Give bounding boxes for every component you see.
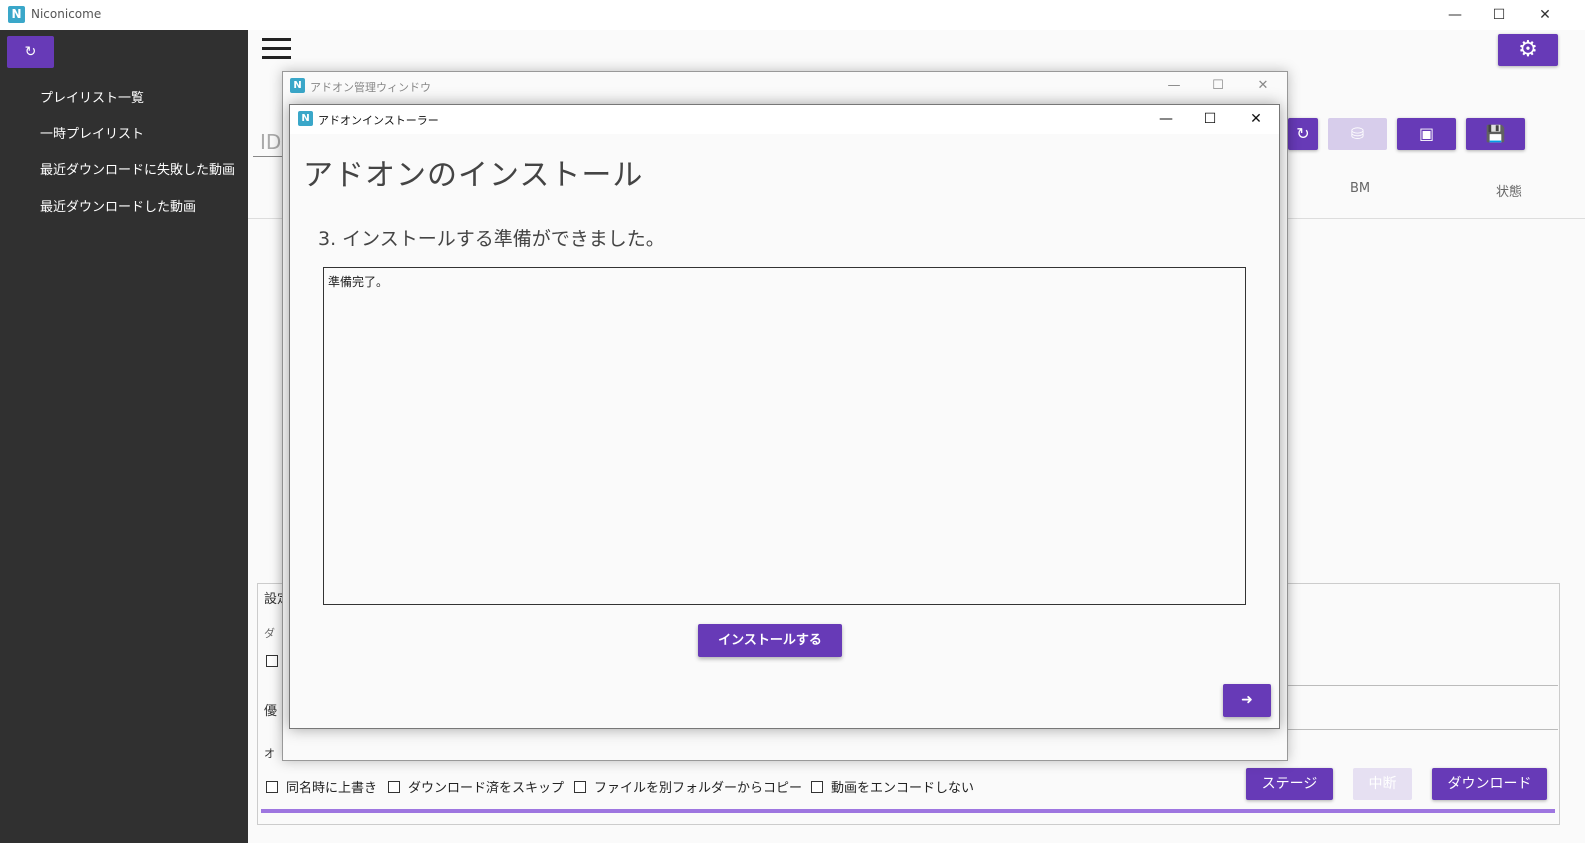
skip-downloaded-checkbox[interactable] <box>388 780 400 793</box>
maximize-button[interactable]: ☐ <box>1477 0 1521 30</box>
no-encode-checkbox[interactable] <box>811 780 823 793</box>
app-logo-icon: N <box>8 6 25 23</box>
id-input[interactable]: ID <box>260 130 281 154</box>
main-titlebar <box>0 0 1585 30</box>
installer-step-text: 3. インストールする準備ができました。 <box>318 228 665 250</box>
option-overwrite-label: 同名時に上書き <box>286 781 378 796</box>
option-no-encode-label: 動画をエンコードしない <box>831 781 975 796</box>
copy-from-folder-checkbox[interactable] <box>574 780 586 793</box>
clipboard-pulse-icon: ▣ <box>1418 124 1435 143</box>
column-header-status[interactable]: 状態 <box>1496 181 1522 200</box>
addon-manager-maximize-button[interactable]: ☐ <box>1196 75 1240 97</box>
option-copy-from-folder-label: ファイルを別フォルダーからコピー <box>594 781 803 796</box>
settings-button[interactable]: ⚙ <box>1498 34 1558 66</box>
refresh-icon: ↻ <box>24 44 37 60</box>
option-label: オ <box>264 747 275 760</box>
refresh-icon: ↻ <box>1296 124 1310 143</box>
hamburger-menu-icon[interactable] <box>262 38 291 62</box>
option-skip-downloaded-label: ダウンロード済をスキップ <box>408 781 565 796</box>
sidebar-item-temp-playlist[interactable]: 一時プレイリスト <box>40 123 144 142</box>
minimize-button[interactable]: — <box>1433 0 1477 30</box>
installer-heading: アドオンのインストール <box>303 158 644 193</box>
download-section-label: ダ <box>264 627 275 640</box>
arrow-right-circle-icon: ➜ <box>1241 692 1253 708</box>
download-button[interactable]: ダウンロード <box>1432 768 1547 800</box>
column-header-bm[interactable]: BM <box>1350 181 1370 196</box>
installer-minimize-button[interactable]: — <box>1144 107 1188 131</box>
clipboard-pulse-button[interactable]: ▣ <box>1397 118 1456 150</box>
download-checkbox[interactable] <box>266 650 278 669</box>
database-button[interactable]: ⛁ <box>1328 118 1387 150</box>
addon-manager-title: アドオン管理ウィンドウ <box>310 81 431 94</box>
sidebar <box>0 30 248 843</box>
option-skip-downloaded[interactable]: ダウンロード済をスキップ <box>388 777 564 796</box>
database-icon: ⛁ <box>1350 124 1365 143</box>
window-title: Niconicome <box>31 7 102 21</box>
save-icon: 💾 <box>1485 124 1506 143</box>
refresh-list-button[interactable]: ↻ <box>1288 118 1318 150</box>
option-no-encode[interactable]: 動画をエンコードしない <box>811 777 974 796</box>
install-log-text: 準備完了。 <box>328 275 389 289</box>
installer-logo-icon: N <box>298 111 313 126</box>
progress-bar <box>261 809 1555 813</box>
sidebar-refresh-button[interactable]: ↻ <box>7 36 54 68</box>
option-overwrite[interactable]: 同名時に上書き <box>266 777 377 796</box>
install-button[interactable]: インストールする <box>698 624 842 657</box>
abort-button[interactable]: 中断 <box>1353 768 1412 800</box>
next-button[interactable]: ➜ <box>1223 684 1271 717</box>
stage-button[interactable]: ステージ <box>1246 768 1333 800</box>
addon-manager-logo-icon: N <box>290 78 305 93</box>
option-copy-from-folder[interactable]: ファイルを別フォルダーからコピー <box>574 777 802 796</box>
overwrite-checkbox[interactable] <box>266 780 278 793</box>
addon-manager-close-button[interactable]: ✕ <box>1241 75 1285 97</box>
addon-manager-minimize-button[interactable]: — <box>1152 75 1196 97</box>
installer-maximize-button[interactable]: ☐ <box>1188 107 1232 131</box>
sidebar-item-failed-downloads[interactable]: 最近ダウンロードに失敗した動画 <box>40 159 235 178</box>
sidebar-item-playlists[interactable]: プレイリスト一覧 <box>40 87 144 106</box>
settings-divider-1 <box>1288 685 1558 686</box>
sidebar-item-recent-downloads[interactable]: 最近ダウンロードした動画 <box>40 196 196 215</box>
priority-label: 優 <box>264 704 278 719</box>
save-button[interactable]: 💾 <box>1466 118 1525 150</box>
gear-icon: ⚙ <box>1518 37 1538 62</box>
id-input-underline <box>253 156 283 157</box>
close-button[interactable]: ✕ <box>1523 0 1567 30</box>
settings-divider-2 <box>1288 729 1558 730</box>
install-log-textbox[interactable]: 準備完了。 <box>323 267 1246 605</box>
installer-close-button[interactable]: ✕ <box>1234 107 1278 131</box>
installer-title: アドオンインストーラー <box>318 114 439 127</box>
